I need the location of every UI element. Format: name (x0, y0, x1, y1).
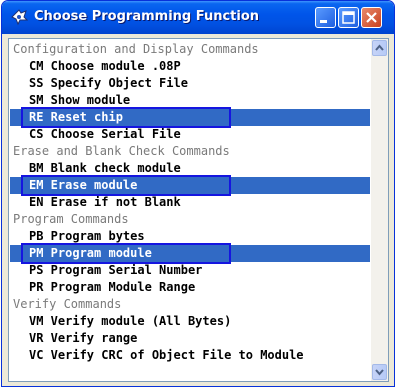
list-item[interactable]: CS Choose Serial File (10, 126, 370, 143)
window-title: Choose Programming Function (34, 9, 260, 24)
close-button[interactable] (361, 7, 382, 28)
list-item[interactable]: CM Choose module .08P (10, 58, 370, 75)
list-item[interactable]: PR Program Module Range (10, 279, 370, 296)
category-header: Program Commands (13, 212, 129, 226)
list-item[interactable]: EN Erase if not Blank (10, 194, 370, 211)
category-header: Configuration and Display Commands (13, 42, 259, 56)
scroll-up-button[interactable] (372, 40, 387, 56)
list-item[interactable]: VR Verify range (10, 330, 370, 347)
highlight-box (21, 175, 231, 196)
list-item[interactable]: SS Specify Object File (10, 75, 370, 92)
close-icon (366, 12, 377, 23)
dialog-window: Choose Programming Function Configuratio… (1, 0, 395, 387)
highlight-box (21, 243, 231, 264)
app-icon (11, 9, 28, 26)
scroll-down-arrow-icon (375, 369, 384, 376)
title-bar[interactable]: Choose Programming Function (2, 1, 394, 34)
minimize-icon (320, 20, 327, 23)
scroll-up-arrow-icon (375, 44, 384, 51)
highlight-box (21, 107, 231, 128)
category-header: Verify Commands (13, 297, 122, 311)
list-item[interactable]: VC Verify CRC of Object File to Module (10, 347, 370, 364)
minimize-button[interactable] (315, 7, 336, 28)
maximize-icon (342, 11, 355, 24)
list-item[interactable]: VM Verify module (All Bytes) (10, 313, 370, 330)
scroll-down-button[interactable] (372, 364, 387, 380)
maximize-button[interactable] (338, 7, 359, 28)
category-header: Erase and Blank Check Commands (13, 144, 230, 158)
list-item[interactable]: PS Program Serial Number (10, 262, 370, 279)
function-listbox[interactable]: Configuration and Display Commands CM Ch… (8, 38, 389, 382)
vertical-scrollbar[interactable] (371, 39, 388, 381)
